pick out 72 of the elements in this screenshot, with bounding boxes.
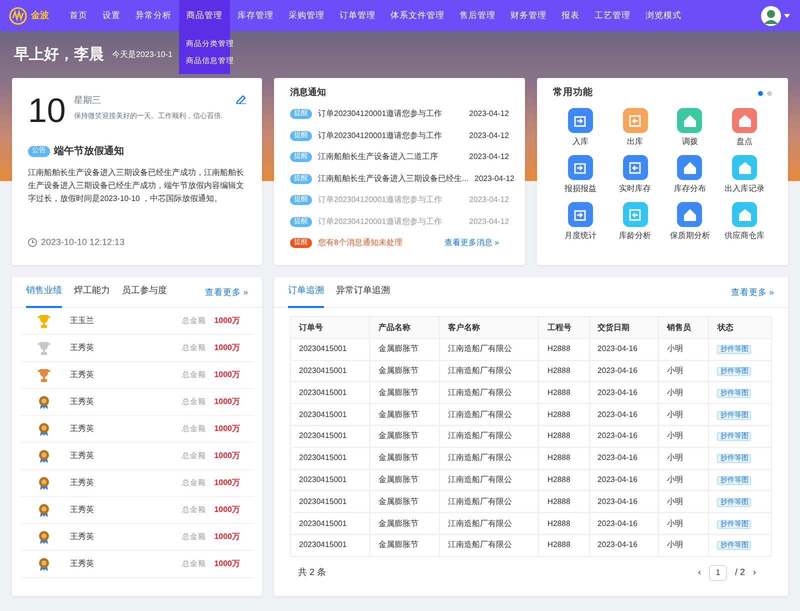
caret-icon	[784, 14, 790, 18]
nav-item[interactable]: 浏览模式	[638, 0, 689, 31]
amount-value: 1000万	[214, 477, 240, 489]
clock-icon	[28, 238, 37, 247]
amount-value: 1000万	[214, 531, 240, 543]
card-title: 消息通知	[290, 86, 327, 99]
amount-value: 1000万	[214, 423, 240, 435]
greeting-title: 早上好，李晨	[14, 46, 104, 64]
person-name: 王秀英	[70, 450, 94, 462]
person-name: 王玉兰	[70, 315, 94, 327]
nav-item[interactable]: 库存管理	[230, 0, 281, 31]
function-item[interactable]: 出入库记录	[717, 155, 772, 196]
function-item[interactable]: 供应商仓库	[717, 202, 772, 242]
nav-item[interactable]: 采购管理	[281, 0, 332, 31]
page-input[interactable]: 1	[708, 564, 727, 581]
function-item[interactable]: 调拨	[662, 108, 718, 148]
function-item[interactable]: 出库	[608, 108, 662, 148]
amount-value: 1000万	[214, 450, 240, 462]
function-item[interactable]: 库存分布	[662, 155, 718, 196]
function-item[interactable]: 保质期分析	[662, 202, 718, 242]
person-name: 王秀英	[70, 342, 94, 354]
weekday-text: 星期三	[74, 94, 102, 107]
function-item[interactable]: 盘点	[717, 108, 772, 148]
logo-icon	[9, 6, 27, 24]
amount-value: 1000万	[214, 558, 240, 570]
nav-item[interactable]: 首页	[62, 0, 95, 31]
function-item[interactable]: 库龄分析	[608, 202, 662, 242]
function-item[interactable]: 实时库存	[608, 155, 662, 196]
amount-value: 1000万	[214, 504, 240, 516]
time-text: 2023-10-10 12:12:13	[41, 236, 125, 248]
tab[interactable]: 销售业绩	[26, 276, 62, 308]
nav-item[interactable]: 工艺管理	[587, 0, 638, 31]
nav-item[interactable]: 财务管理	[503, 0, 554, 31]
logo-text: 金波	[31, 8, 49, 22]
function-item[interactable]: 入库	[553, 108, 608, 148]
amount-value: 1000万	[214, 315, 240, 327]
person-name: 王秀英	[70, 396, 94, 408]
person-name: 王秀英	[70, 558, 94, 570]
person-name: 王秀英	[70, 531, 94, 543]
day-number: 10	[28, 94, 66, 128]
edit-icon	[236, 94, 246, 104]
page-dot[interactable]	[767, 90, 772, 96]
function-item[interactable]: 报损报益	[553, 155, 608, 196]
nav-item[interactable]: 订单管理	[332, 0, 383, 31]
card-title: 常用功能	[553, 86, 593, 100]
more-link[interactable]: 查看更多 »	[730, 286, 774, 298]
person-name: 王秀英	[70, 477, 94, 489]
nav-item[interactable]: 体系文件管理	[383, 0, 452, 31]
total-text: 共 2 条	[298, 566, 326, 580]
more-link[interactable]: 查看更多 »	[204, 286, 248, 298]
amount-value: 1000万	[214, 369, 240, 381]
nav-item[interactable]: 设置	[95, 0, 128, 31]
notice-title: 端午节放假通知	[54, 144, 124, 159]
person-name: 王秀英	[70, 369, 94, 381]
person-name: 王秀英	[70, 423, 94, 435]
amount-value: 1000万	[214, 396, 240, 408]
avatar-icon	[761, 6, 781, 26]
page-count: / 2	[734, 566, 745, 580]
nav-item[interactable]: 售后管理	[452, 0, 503, 31]
amount-value: 1000万	[214, 342, 240, 354]
nav-item[interactable]: 异常分析	[128, 0, 179, 31]
next-button[interactable]: ›	[753, 566, 756, 580]
date-text: 今天是2023-10-1	[112, 48, 172, 60]
tab[interactable]: 焊工能力	[74, 276, 110, 308]
person-name: 王秀英	[70, 504, 94, 516]
tab[interactable]: 异常订单追溯	[336, 276, 390, 308]
tab[interactable]: 员工参与度	[122, 276, 167, 308]
function-item[interactable]: 月度统计	[553, 202, 608, 242]
tab[interactable]: 订单追溯	[288, 276, 324, 308]
prev-button[interactable]: ‹	[698, 566, 701, 580]
page-dot[interactable]	[758, 90, 763, 96]
nav-item[interactable]: 报表	[554, 0, 587, 31]
